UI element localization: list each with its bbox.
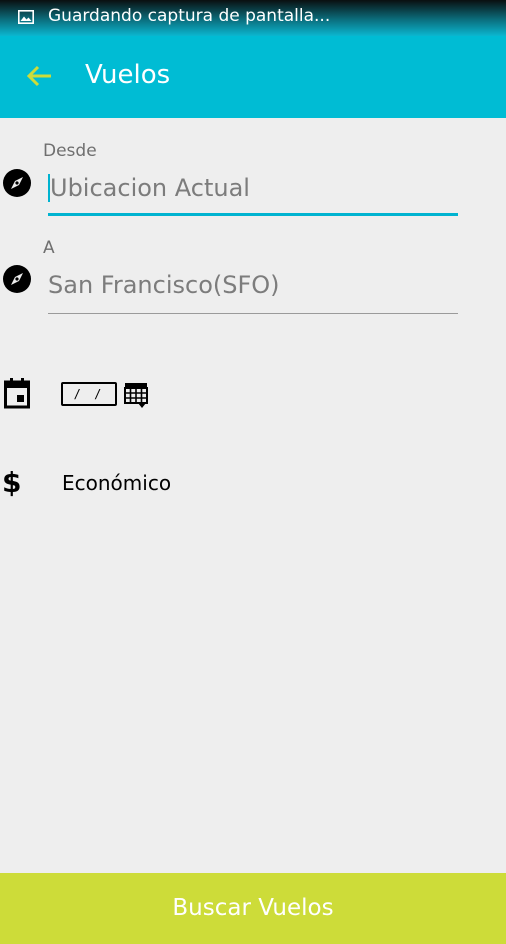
status-bar: Guardando captura de pantalla... <box>0 0 506 36</box>
to-input-underline <box>48 313 458 314</box>
compass-icon <box>3 169 31 197</box>
calendar-icon <box>4 378 30 409</box>
search-flights-button[interactable]: Buscar Vuelos <box>0 873 506 944</box>
date-picker-icon[interactable] <box>124 381 150 409</box>
status-notification-text: Guardando captura de pantalla... <box>48 6 331 26</box>
class-selector[interactable]: Económico <box>62 471 171 495</box>
arrow-back-icon <box>26 65 51 87</box>
image-icon <box>18 10 34 24</box>
app-bar: Vuelos <box>0 36 506 118</box>
to-input[interactable]: San Francisco(SFO) <box>48 271 280 299</box>
dollar-icon: $ <box>2 466 22 499</box>
to-label: A <box>43 238 55 258</box>
compass-icon <box>3 265 31 293</box>
from-input[interactable]: Ubicacion Actual <box>50 174 250 202</box>
from-input-underline <box>48 213 458 216</box>
page-title: Vuelos <box>85 60 171 90</box>
back-button[interactable] <box>20 56 60 96</box>
date-input[interactable]: / / <box>61 382 117 406</box>
from-label: Desde <box>43 141 97 161</box>
